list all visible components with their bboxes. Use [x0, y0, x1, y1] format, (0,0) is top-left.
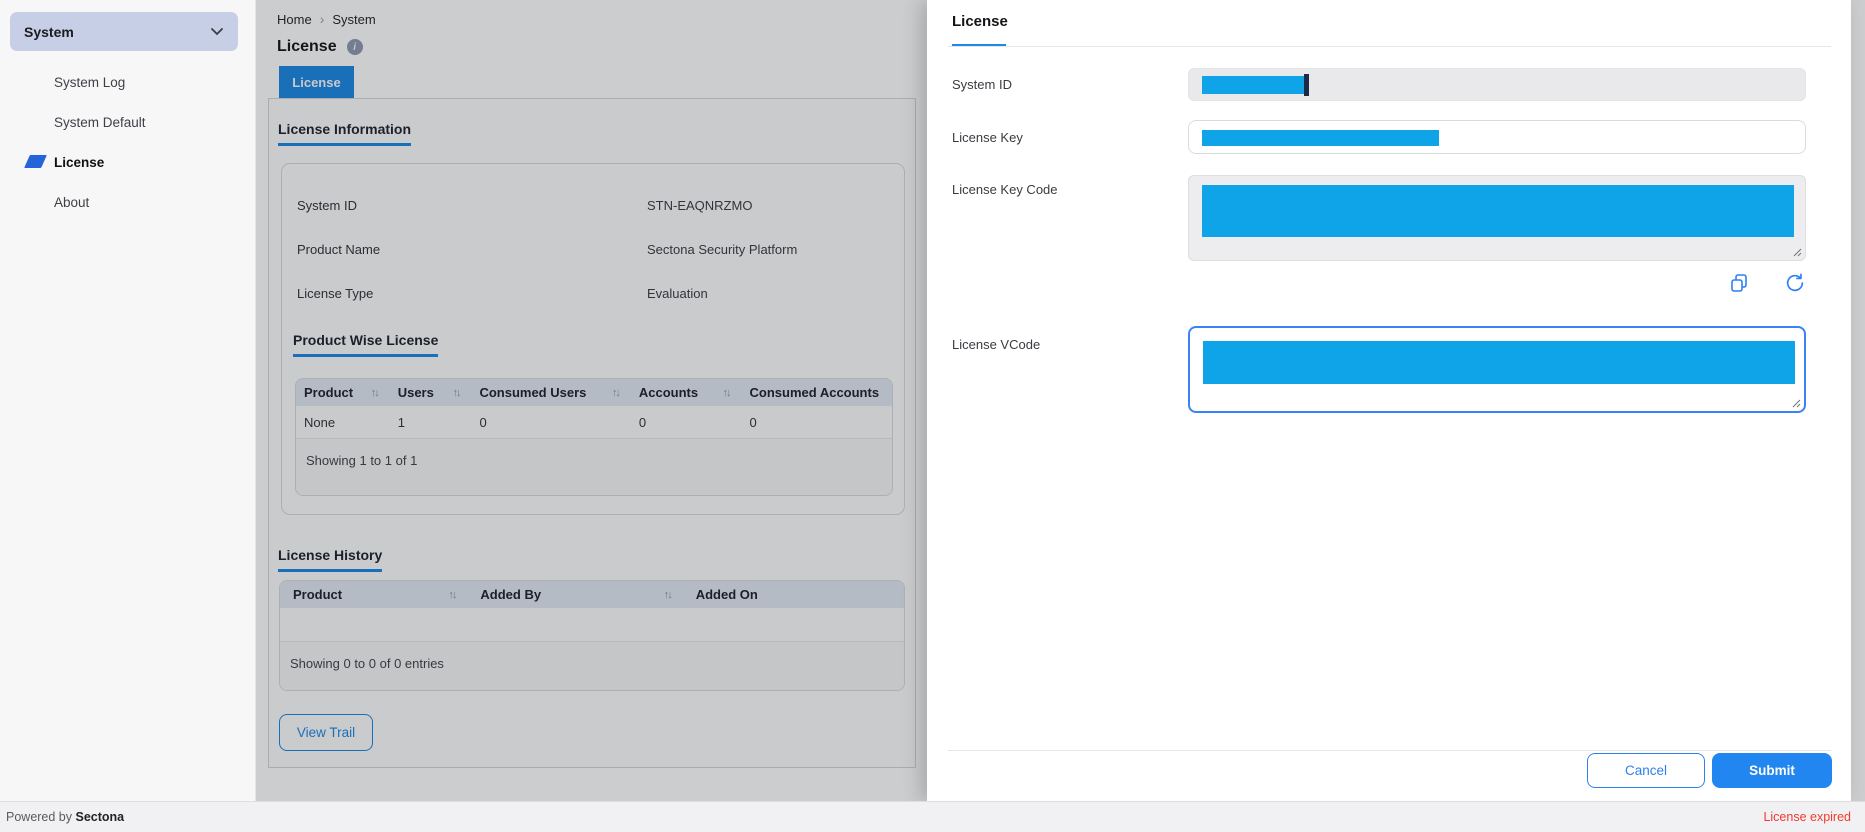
redacted-value-bar — [1202, 185, 1794, 237]
sidebar-item-license[interactable]: License — [0, 142, 255, 182]
cancel-button[interactable]: Cancel — [1587, 753, 1705, 788]
submit-button[interactable]: Submit — [1712, 753, 1832, 788]
license-key-input[interactable] — [1188, 120, 1806, 154]
redacted-value-bar — [1202, 130, 1439, 146]
footer: Powered by Sectona License expired — [0, 801, 1865, 832]
drawer-label-license-key: License Key — [952, 130, 1023, 145]
copy-icon[interactable] — [1728, 272, 1750, 294]
drawer-label-system-id: System ID — [952, 77, 1012, 92]
sidebar-item-system-default[interactable]: System Default — [0, 102, 255, 142]
sidebar: System System Log System Default License… — [0, 0, 256, 801]
drawer-label-license-key-code: License Key Code — [952, 182, 1058, 197]
system-group-label: System — [24, 24, 210, 40]
license-vcode-textarea[interactable] — [1188, 326, 1806, 413]
text-caret — [1304, 74, 1309, 96]
brand-name: Sectona — [75, 810, 124, 824]
drawer-title: License — [952, 13, 1008, 30]
chevron-down-icon — [210, 27, 224, 36]
sidebar-nav: System Log System Default License About — [0, 62, 255, 222]
license-drawer: License × System ID License Key License … — [927, 0, 1851, 801]
license-status-badge: License expired — [1763, 810, 1851, 824]
system-group-dropdown[interactable]: System — [10, 12, 238, 51]
resize-handle[interactable] — [1791, 398, 1801, 408]
refresh-icon[interactable] — [1784, 272, 1806, 294]
resize-handle[interactable] — [1792, 247, 1802, 257]
powered-by-text: Powered by Sectona — [6, 810, 124, 824]
sidebar-item-system-log[interactable]: System Log — [0, 62, 255, 102]
app-window: System System Log System Default License… — [0, 0, 1865, 832]
redacted-value-bar — [1202, 76, 1305, 94]
license-logo-icon — [24, 155, 47, 168]
sidebar-item-about[interactable]: About — [0, 182, 255, 222]
drawer-label-license-vcode: License VCode — [952, 337, 1040, 352]
system-id-input[interactable] — [1188, 68, 1806, 101]
redacted-value-bar — [1203, 341, 1795, 384]
license-key-code-textarea[interactable] — [1188, 175, 1806, 261]
